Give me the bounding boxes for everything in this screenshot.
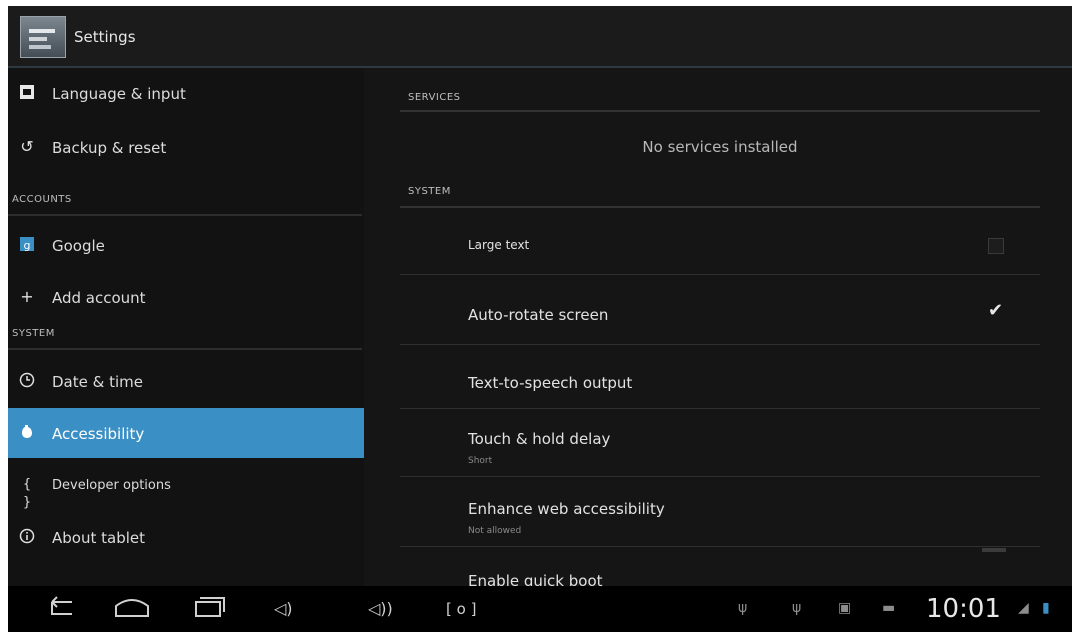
divider [400, 344, 1040, 345]
home-icon[interactable] [112, 594, 152, 631]
accessibility-settings-panel: SERVICES No services installed SYSTEM La… [364, 68, 1072, 586]
auto-rotate-checkbox-checked[interactable]: ✔ [988, 300, 1003, 321]
divider [400, 408, 1040, 409]
status-clock: 10:01 [926, 594, 1001, 624]
sidebar-item-about-tablet[interactable]: About tablet [8, 512, 364, 562]
sidebar-item-label: About tablet [52, 529, 145, 547]
settings-screen: Settings Language & input ↺ Backup & res… [8, 6, 1072, 632]
sidebar-item-add-account[interactable]: + Add account [8, 272, 364, 322]
sidebar-item-google[interactable]: g Google [8, 220, 364, 270]
battery-icon: ▮ [1042, 600, 1050, 616]
usb-icon: ψ [792, 600, 802, 616]
divider [400, 546, 1040, 547]
section-divider [400, 110, 1040, 112]
setting-title: Enhance web accessibility [468, 500, 665, 518]
system-navigation-bar: ◁) ◁)) [ o ] ψ ψ ▣ ▬ 10:01 ◢ ▮ [8, 586, 1072, 632]
sidebar-item-backup-reset[interactable]: ↺ Backup & reset [8, 122, 364, 172]
setting-summary: Short [468, 456, 493, 466]
section-header-services: SERVICES [408, 92, 461, 103]
setting-title: Large text [468, 238, 530, 252]
sidebar-item-language-input[interactable]: Language & input [8, 68, 364, 118]
wifi-icon: ◢ [1018, 600, 1029, 616]
info-icon [18, 528, 36, 546]
divider [400, 476, 1040, 477]
sidebar-item-accessibility[interactable]: Accessibility [8, 408, 364, 458]
sidebar-item-label: Developer options [52, 478, 171, 493]
volume-up-icon[interactable]: ◁)) [368, 594, 393, 624]
back-icon[interactable] [44, 594, 78, 631]
recent-apps-icon[interactable] [192, 594, 228, 631]
setting-title: Touch & hold delay [468, 430, 611, 448]
sidebar-item-label: Add account [52, 289, 146, 307]
setting-title: Text-to-speech output [468, 374, 633, 392]
braces-icon: { } [22, 477, 32, 510]
screenshot-icon[interactable]: [ o ] [446, 594, 476, 624]
setting-summary: Not allowed [468, 526, 522, 536]
section-header-accounts: ACCOUNTS [12, 194, 72, 205]
sidebar-item-label: Language & input [52, 85, 186, 103]
sidebar-item-label: Date & time [52, 373, 143, 391]
volume-down-icon[interactable]: ◁) [274, 594, 293, 624]
sidebar-item-developer-options[interactable]: { } Developer options [8, 460, 364, 510]
no-services-message: No services installed [642, 138, 798, 156]
plus-icon: + [20, 287, 34, 306]
action-bar: Settings [8, 6, 1072, 68]
section-header-system: SYSTEM [12, 328, 55, 339]
clock-icon [18, 372, 36, 390]
svg-text:g: g [24, 239, 31, 252]
accessibility-hand-icon [18, 424, 36, 442]
divider [400, 274, 1040, 275]
sidebar-item-label: Google [52, 237, 105, 255]
scrollbar[interactable] [982, 548, 1006, 552]
section-divider [8, 348, 362, 350]
section-divider [8, 214, 362, 216]
backup-restore-icon: ↺ [20, 137, 34, 156]
image-icon: ▣ [838, 600, 852, 616]
app-title: Settings [74, 28, 136, 46]
setting-title: Enable quick boot [468, 572, 603, 586]
google-icon: g [18, 236, 36, 254]
large-text-checkbox[interactable] [988, 238, 1004, 254]
settings-category-list: Language & input ↺ Backup & reset ACCOUN… [8, 68, 364, 586]
section-divider [400, 206, 1040, 208]
sd-card-icon: ▬ [882, 600, 896, 616]
setting-title: Auto-rotate screen [468, 306, 609, 324]
sidebar-item-label: Backup & reset [52, 139, 167, 157]
usb-icon: ψ [738, 600, 748, 616]
settings-app-icon[interactable] [20, 16, 66, 58]
section-header-system: SYSTEM [408, 186, 451, 197]
sidebar-item-date-time[interactable]: Date & time [8, 356, 364, 406]
keyboard-icon [18, 84, 36, 102]
sidebar-item-label: Accessibility [52, 425, 145, 443]
